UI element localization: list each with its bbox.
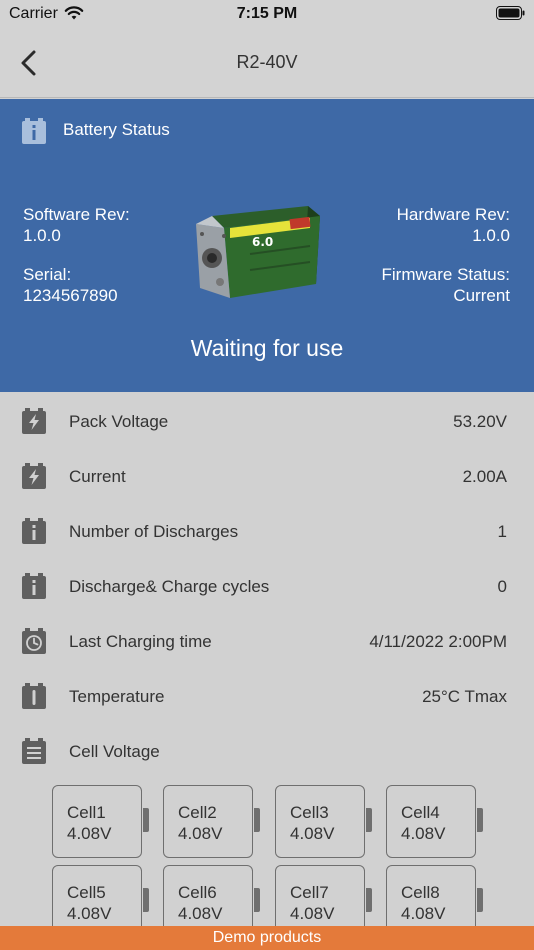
row-label: Temperature	[69, 687, 165, 706]
cell-card: Cell4 4.08V	[386, 785, 483, 858]
cell-terminal-nub	[254, 808, 260, 832]
clock-time: 7:15 PM	[236, 5, 298, 22]
cell-voltage: 4.08V	[178, 824, 223, 843]
software-rev: Software Rev: 1.0.0	[23, 204, 130, 246]
hardware-rev: Hardware Rev: 1.0.0	[397, 204, 510, 246]
row-temperature: Temperature 25°C Tmax	[0, 669, 534, 724]
row-number-of-discharges: Number of Discharges 1	[0, 504, 534, 559]
hardware-rev-label: Hardware Rev:	[396, 205, 510, 224]
row-current: Current 2.00A	[0, 449, 534, 504]
battery-info-icon	[22, 118, 46, 149]
list-icon	[22, 738, 46, 764]
cell-terminal-nub	[143, 808, 149, 832]
serial-value: 1234567890	[23, 286, 118, 305]
status-bar: Carrier 7:15 PM	[0, 0, 534, 28]
cell-terminal-nub	[477, 808, 483, 832]
battery-pack-image: 6.0	[190, 204, 324, 305]
battery-status-panel: Battery Status Software Rev: 1.0.0 Seria…	[0, 99, 534, 392]
cell-name: Cell8	[401, 883, 440, 902]
cell-terminal-nub	[366, 888, 372, 912]
firmware-status-label: Firmware Status:	[381, 265, 510, 284]
row-cell-voltage: Cell Voltage	[0, 724, 534, 779]
hardware-rev-value: 1.0.0	[472, 226, 510, 245]
row-pack-voltage: Pack Voltage 53.20V	[0, 394, 534, 449]
row-last-charging-time: Last Charging time 4/11/2022 2:00PM	[0, 614, 534, 669]
cell-terminal-nub	[477, 888, 483, 912]
cell-voltage: 4.08V	[67, 824, 112, 843]
cell-voltage: 4.08V	[401, 824, 446, 843]
row-value: 25°C Tmax	[422, 687, 507, 706]
cell-card: Cell1 4.08V	[52, 785, 149, 858]
cell-voltage: 4.08V	[401, 904, 446, 923]
row-value: 1	[497, 522, 507, 541]
battery-info-icon	[22, 573, 46, 599]
thermometer-icon	[22, 683, 46, 709]
row-label: Number of Discharges	[69, 522, 239, 541]
cell-terminal-nub	[254, 888, 260, 912]
navigation-bar: R2-40V	[0, 28, 534, 98]
battery-status-heading: Battery Status	[63, 120, 170, 139]
svg-text:6.0: 6.0	[252, 235, 273, 249]
cell-name: Cell3	[290, 803, 329, 822]
row-value: 53.20V	[453, 412, 507, 431]
cell-card: Cell2 4.08V	[163, 785, 260, 858]
battery-bolt-icon	[22, 408, 46, 434]
row-label: Last Charging time	[69, 632, 212, 651]
firmware-status: Firmware Status: Current	[382, 264, 510, 306]
software-rev-label: Software Rev:	[23, 205, 130, 224]
battery-bolt-icon	[22, 463, 46, 489]
cell-voltage: 4.08V	[67, 904, 112, 923]
cell-terminal-nub	[143, 888, 149, 912]
cell-terminal-nub	[366, 808, 372, 832]
row-value: 4/11/2022 2:00PM	[369, 632, 507, 651]
firmware-status-value: Current	[453, 286, 510, 305]
row-label: Pack Voltage	[69, 412, 169, 431]
cell-name: Cell7	[290, 883, 329, 902]
cell-name: Cell5	[67, 883, 106, 902]
cell-card: Cell3 4.08V	[275, 785, 372, 858]
row-discharge-charge-cycles: Discharge& Charge cycles 0	[0, 559, 534, 614]
cell-name: Cell4	[401, 803, 440, 822]
battery-info-icon	[22, 518, 46, 544]
cell-voltage: 4.08V	[178, 904, 223, 923]
clock-icon	[22, 628, 46, 654]
cell-name: Cell2	[178, 803, 217, 822]
battery-state-text: Waiting for use	[190, 335, 344, 361]
serial-label: Serial:	[23, 265, 72, 284]
software-rev-value: 1.0.0	[23, 226, 61, 245]
row-value: 0	[497, 577, 507, 596]
serial-number: Serial: 1234567890	[23, 264, 118, 306]
row-label: Cell Voltage	[69, 742, 160, 761]
demo-products-banner: Demo products	[0, 926, 534, 950]
row-value: 2.00A	[462, 467, 507, 486]
cell-voltage: 4.08V	[290, 824, 335, 843]
cell-name: Cell6	[178, 883, 217, 902]
page-title: R2-40V	[236, 52, 298, 72]
row-label: Current	[69, 467, 126, 486]
row-label: Discharge& Charge cycles	[69, 577, 270, 596]
battery-level-icon	[496, 6, 526, 25]
cell-name: Cell1	[67, 803, 106, 822]
cell-voltage: 4.08V	[290, 904, 335, 923]
